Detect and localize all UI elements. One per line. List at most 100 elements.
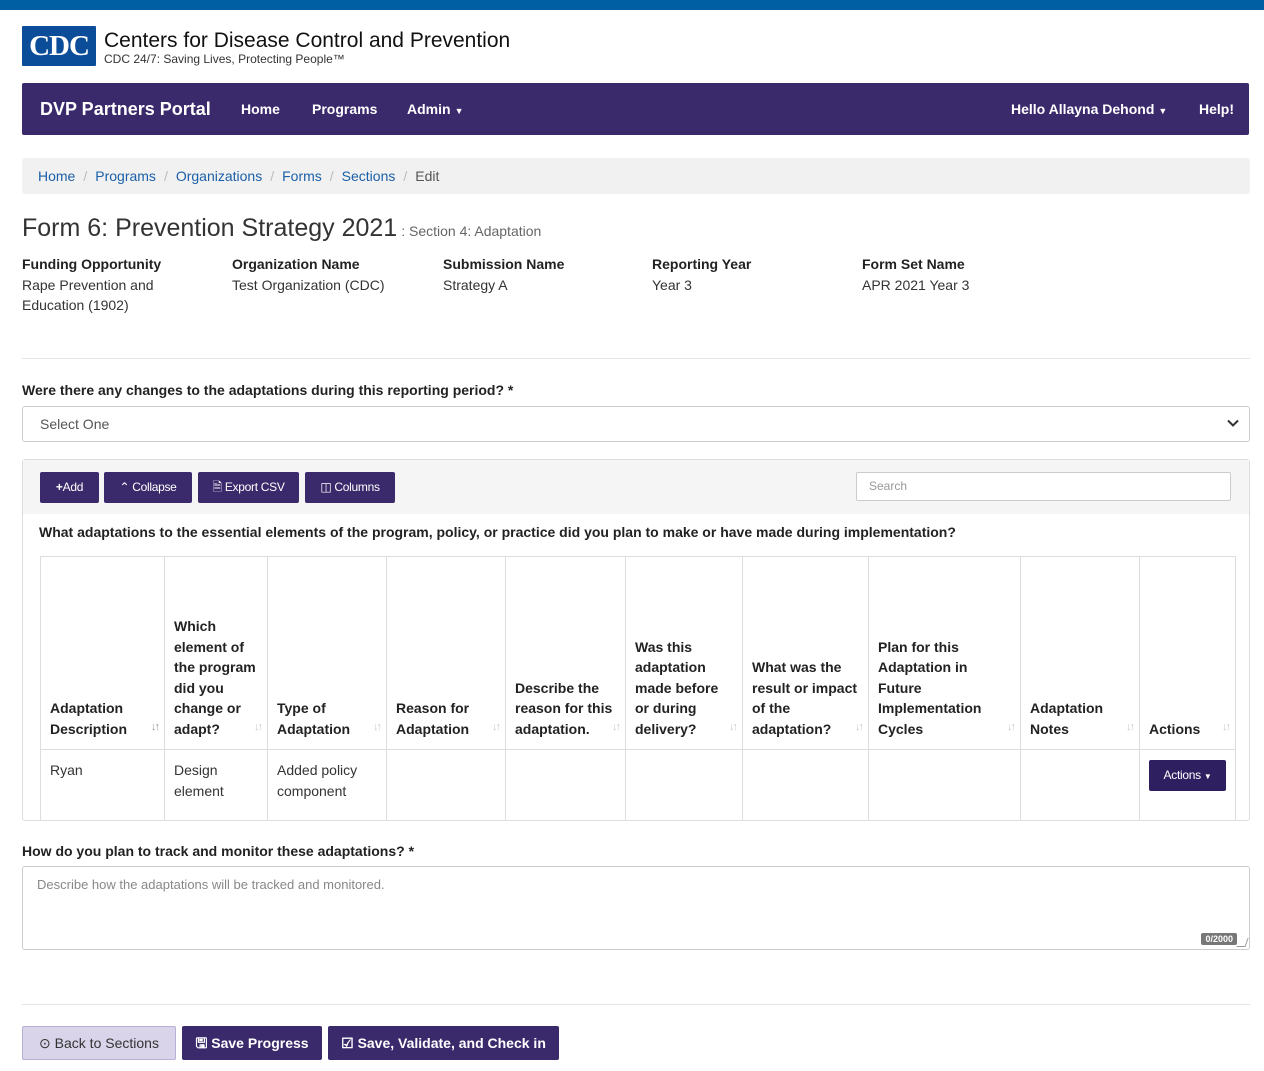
meta-funding-opportunity: Funding Opportunity Rape Prevention and … — [22, 255, 182, 315]
column-header-label: Plan for this Adaptation in Future Imple… — [878, 638, 982, 737]
breadcrumb-edit: Edit — [415, 168, 440, 184]
adaptations-question: What adaptations to the essential elemen… — [39, 524, 956, 540]
meta-reporting-year: Reporting Year Year 3 — [652, 255, 812, 295]
table-cell: Added policy component — [267, 749, 387, 821]
meta-submission-name: Submission Name Strategy A — [443, 255, 603, 295]
breadcrumb-separator: / — [403, 168, 408, 184]
sort-icon: ↓↑ — [373, 720, 382, 733]
breadcrumb: Home / Programs / Organizations / Forms / Sectio… — [22, 158, 1250, 194]
column-header-label: Adaptation Description — [50, 700, 128, 737]
meta-value: Year 3 — [652, 277, 692, 293]
page-title-text: Form 6: Prevention Strategy 2021 — [22, 214, 398, 242]
sort-icon: ↓↑ — [1222, 720, 1231, 733]
column-header[interactable]: Type of Adaptation ↓↑ — [267, 556, 387, 750]
track-question-label: How do you plan to track and monitor the… — [22, 843, 415, 859]
sort-icon: ↓↑ — [729, 720, 738, 733]
panel-toolbar: +Add ⌃ Collapse 🗎 Export CSV ◫ Columns S… — [23, 460, 1249, 514]
caret-down-icon: ▼ — [1158, 106, 1168, 116]
divider — [22, 1004, 1250, 1005]
columns-button[interactable]: ◫ Columns — [305, 472, 395, 503]
column-header[interactable]: Which element of the program did you cha… — [164, 556, 268, 750]
nav-programs[interactable]: Programs — [312, 83, 377, 135]
back-circle-icon: ⊙ — [39, 1035, 55, 1051]
adaptations-panel: +Add ⌃ Collapse 🗎 Export CSV ◫ Columns S… — [22, 459, 1250, 821]
breadcrumb-home[interactable]: Home — [38, 168, 75, 184]
sort-icon: ↓↑ — [855, 720, 864, 733]
resize-handle-icon[interactable] — [1236, 938, 1249, 947]
table-header-row: Adaptation Description ↓↑ Which element o… — [40, 556, 1236, 750]
nav-user-menu[interactable]: Hello Allayna Dehond ▼ — [1011, 83, 1167, 137]
page-subtitle: : Section 4: Adaptation — [401, 223, 542, 239]
columns-icon: ◫ — [320, 480, 335, 494]
column-header-label: Was this adaptation made before or durin… — [635, 638, 719, 737]
divider — [22, 358, 1250, 359]
cdc-title: Centers for Disease Control and Preventi… — [104, 29, 511, 52]
column-header[interactable]: Reason for Adaptation ↓↑ — [386, 556, 506, 750]
top-accent-bar — [0, 0, 1264, 10]
column-header[interactable]: Was this adaptation made before or durin… — [625, 556, 743, 750]
row-actions-label: Actions — [1163, 768, 1202, 782]
meta-label: Organization Name — [232, 256, 360, 272]
column-header[interactable]: What was the result or impact of the ada… — [742, 556, 869, 750]
breadcrumb-separator: / — [163, 168, 168, 184]
caret-down-icon: ▼ — [1203, 772, 1212, 781]
collapse-button[interactable]: ⌃ Collapse — [104, 472, 192, 503]
collapse-button-label: Collapse — [132, 480, 177, 494]
back-to-sections-button[interactable]: ⊙ Back to Sections — [22, 1026, 176, 1060]
column-header[interactable]: Plan for this Adaptation in Future Imple… — [868, 556, 1021, 750]
nav-admin[interactable]: Admin ▼ — [407, 83, 463, 137]
nav-admin-label: Admin — [407, 101, 451, 117]
cdc-tagline: CDC 24/7: Saving Lives, Protecting Peopl… — [104, 52, 345, 66]
column-header[interactable]: Adaptation Notes ↓↑ — [1020, 556, 1140, 750]
table-search-input[interactable]: Search — [856, 472, 1231, 501]
plus-icon: + — [55, 480, 63, 494]
meta-value: Strategy A — [443, 277, 508, 293]
column-header[interactable]: Actions ↓↑ — [1139, 556, 1236, 750]
export-csv-button[interactable]: 🗎 Export CSV — [198, 472, 299, 503]
cdc-logo-text: Centers for Disease Control and Preventi… — [104, 29, 511, 67]
breadcrumb-programs[interactable]: Programs — [95, 168, 156, 184]
check-square-icon: ☑ — [341, 1035, 358, 1051]
main-navbar: DVP Partners Portal Home Programs Admin ▼… — [22, 83, 1249, 135]
save-disk-icon: 🖫 — [195, 1035, 212, 1051]
cdc-header: CDC Centers for Disease Control and Prev… — [22, 26, 510, 70]
meta-value: Test Organization (CDC) — [232, 277, 385, 293]
track-monitor-textarea[interactable]: Describe how the adaptations will be tra… — [22, 866, 1250, 950]
meta-label: Form Set Name — [862, 256, 965, 272]
table-cell — [386, 749, 506, 821]
table-cell — [868, 749, 1021, 821]
cdc-logo: CDC — [22, 26, 96, 66]
caret-down-icon: ▼ — [454, 106, 464, 116]
column-header-label: Type of Adaptation — [277, 700, 351, 737]
changes-select[interactable]: Select One — [22, 406, 1250, 442]
changes-question-label: Were there any changes to the adaptation… — [22, 382, 514, 398]
sort-icon: ↓↑ — [1007, 720, 1016, 733]
table-row: Ryan Design element Added policy compone… — [40, 749, 1236, 821]
save-validate-checkin-button[interactable]: ☑ Save, Validate, and Check in — [328, 1026, 559, 1060]
save-progress-button[interactable]: 🖫 Save Progress — [182, 1026, 322, 1060]
meta-value: Rape Prevention and Education (1902) — [22, 277, 154, 313]
table-cell: Ryan — [40, 749, 165, 821]
nav-help[interactable]: Help! — [1199, 83, 1234, 135]
breadcrumb-forms[interactable]: Forms — [282, 168, 322, 184]
column-header[interactable]: Adaptation Description ↓↑ — [40, 556, 165, 750]
column-header-label: Adaptation Notes — [1030, 700, 1104, 737]
char-counter-badge: 0/2000 — [1201, 933, 1237, 945]
table-cell-actions: Actions ▼ — [1139, 749, 1236, 821]
breadcrumb-separator: / — [83, 168, 88, 184]
breadcrumb-organizations[interactable]: Organizations — [176, 168, 262, 184]
meta-label: Reporting Year — [652, 256, 752, 272]
column-header[interactable]: Describe the reason for this adaptation.… — [505, 556, 626, 750]
row-actions-button[interactable]: Actions ▼ — [1149, 760, 1226, 791]
changes-select-value: Select One — [40, 416, 110, 432]
breadcrumb-sections[interactable]: Sections — [342, 168, 396, 184]
sort-asc-icon: ↓↑ — [151, 720, 160, 733]
table-cell — [1020, 749, 1140, 821]
portal-brand[interactable]: DVP Partners Portal — [40, 83, 211, 135]
nav-home[interactable]: Home — [241, 83, 280, 135]
sort-icon: ↓↑ — [254, 720, 263, 733]
columns-button-label: Columns — [334, 480, 380, 494]
meta-organization-name: Organization Name Test Organization (CDC… — [232, 255, 392, 295]
add-button[interactable]: +Add — [40, 472, 99, 503]
column-header-label: Actions — [1149, 720, 1201, 737]
